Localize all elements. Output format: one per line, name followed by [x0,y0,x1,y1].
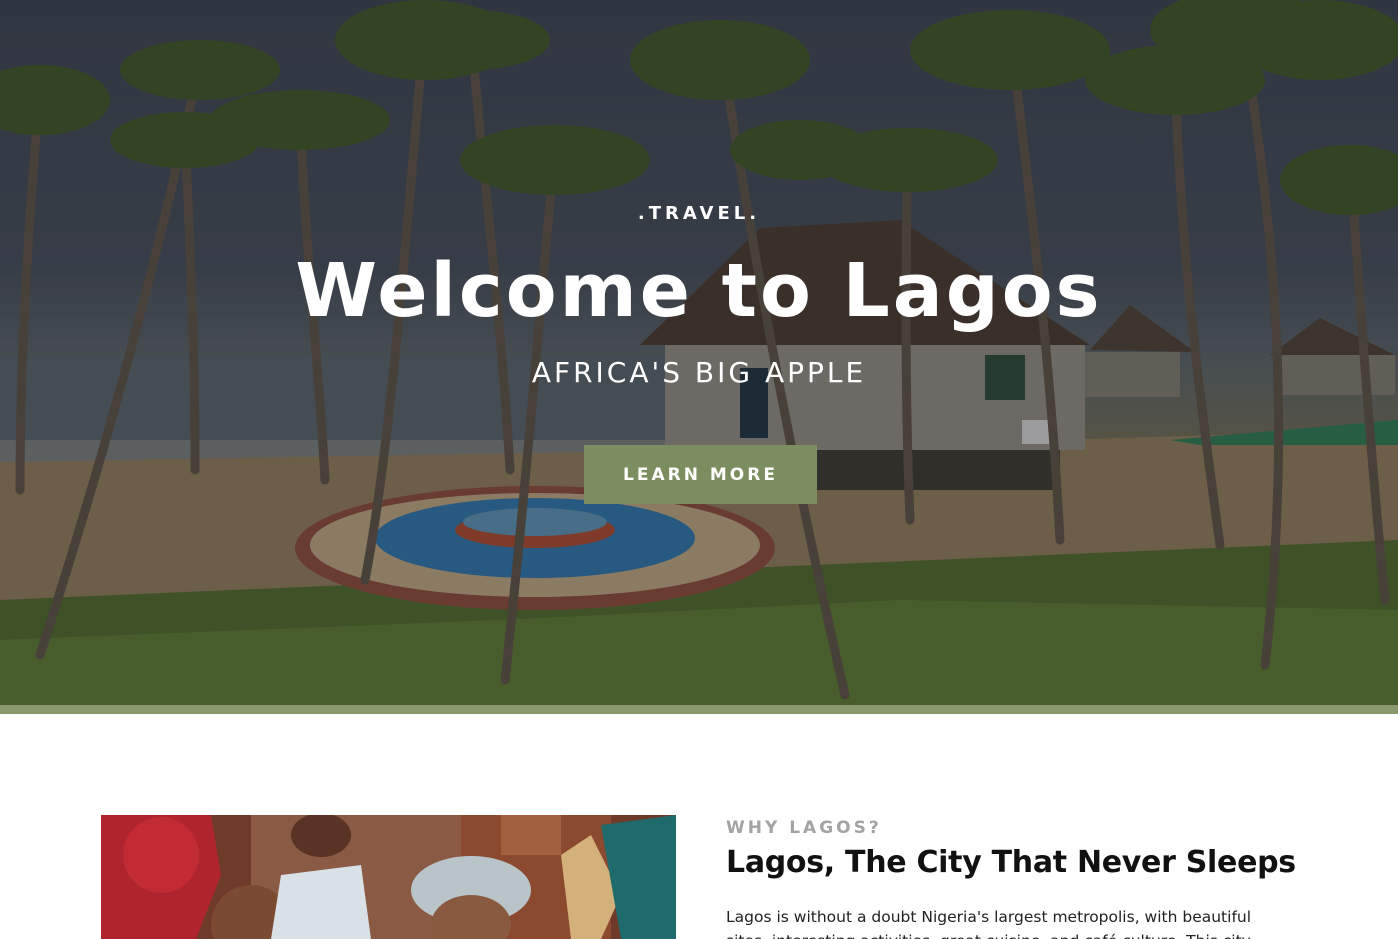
about-image [101,815,676,939]
hero-divider [0,705,1398,714]
learn-more-button[interactable]: LEARN MORE [584,445,817,504]
hero-title: Welcome to Lagos [295,248,1103,334]
celebration-photo-icon [101,815,676,939]
hero-content: .TRAVEL. Welcome to Lagos AFRICA'S BIG A… [0,0,1398,705]
hero-section: .TRAVEL. Welcome to Lagos AFRICA'S BIG A… [0,0,1398,705]
about-title: Lagos, The City That Never Sleeps [726,845,1296,880]
about-body: Lagos is without a doubt Nigeria's large… [726,908,1252,939]
hero-eyebrow: .TRAVEL. [637,203,761,224]
about-eyebrow: WHY LAGOS? [726,818,882,838]
hero-subtitle: AFRICA'S BIG APPLE [531,356,867,389]
